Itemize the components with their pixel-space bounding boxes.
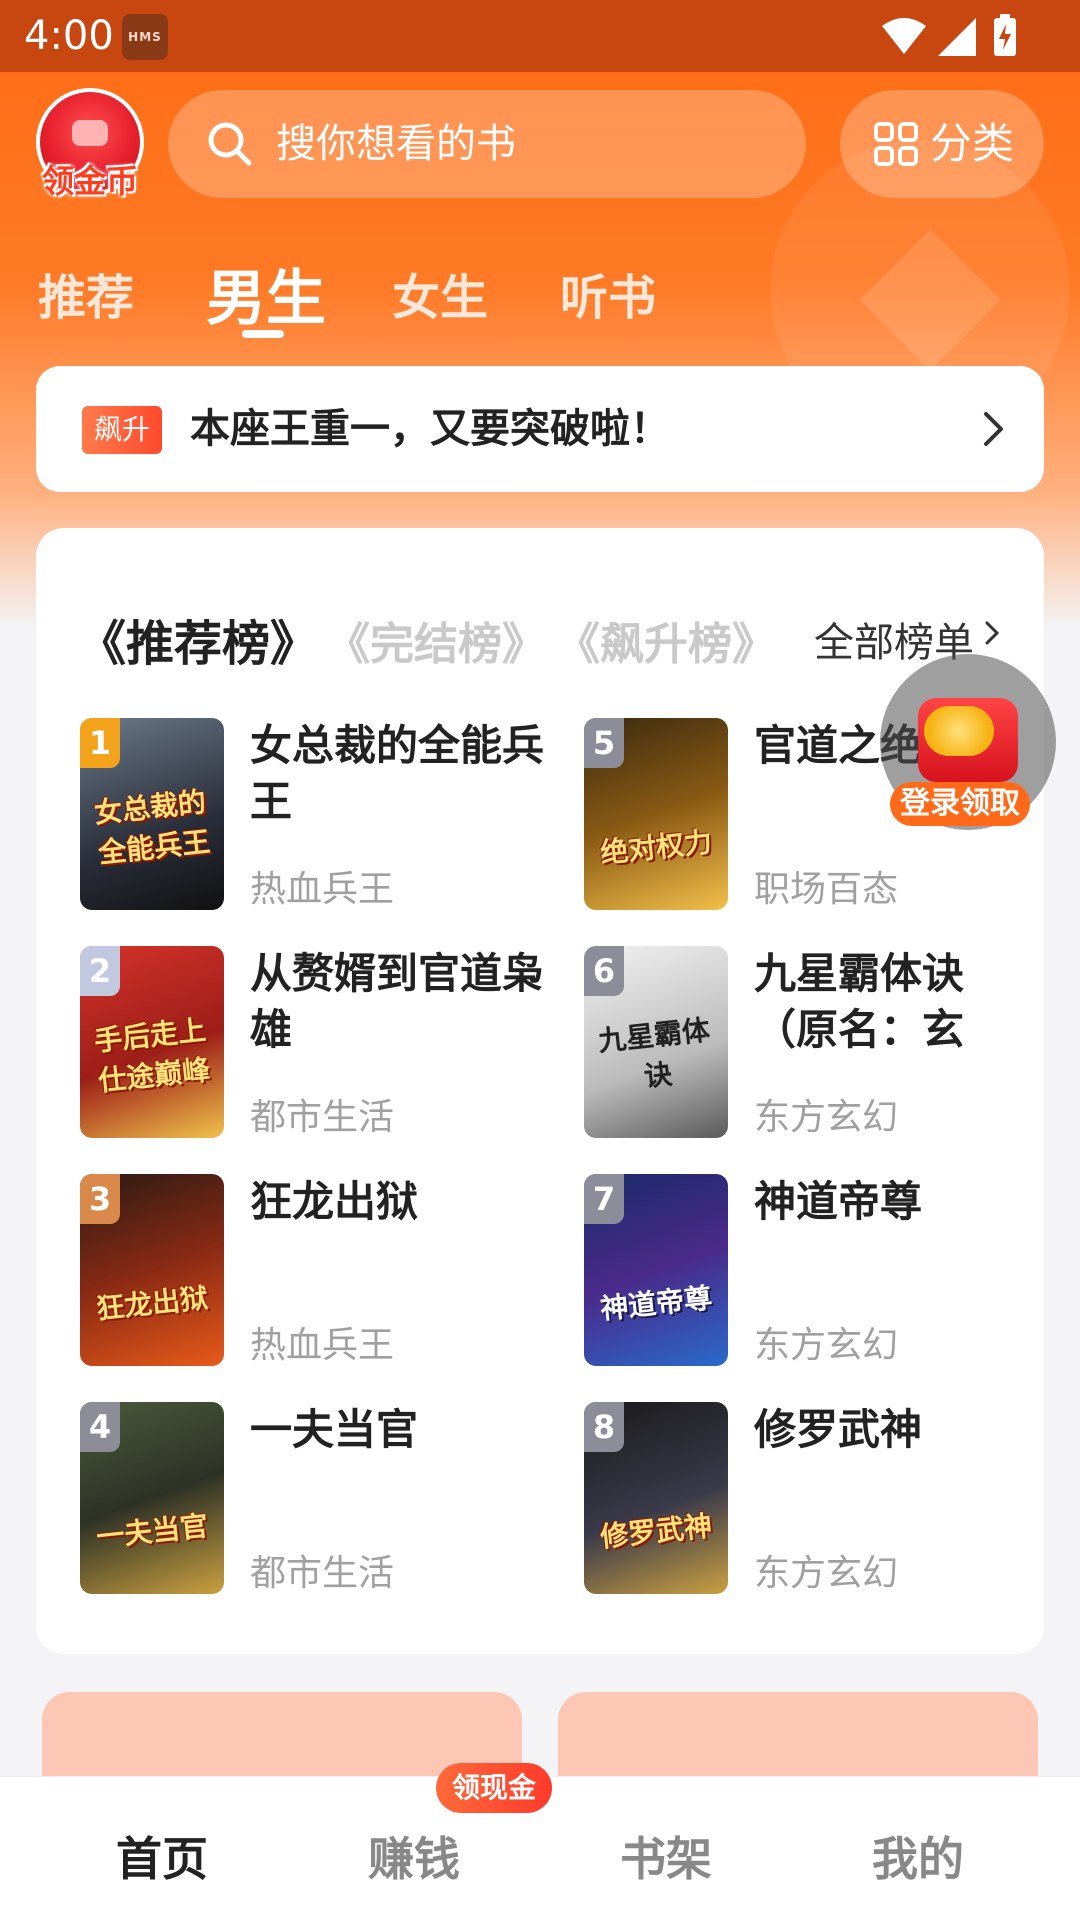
nav-mine[interactable]: 我的 — [818, 1823, 1018, 1889]
status-icons — [882, 14, 1016, 56]
rank-tab-rising[interactable]: 《飙升榜》 — [556, 608, 776, 672]
book-cover: 1 女总裁的全能兵王 — [80, 718, 224, 910]
book-genre: 都市生活 — [250, 1097, 395, 1138]
book-item[interactable]: 1 女总裁的全能兵王 女总裁的全能兵王 热血兵王 — [80, 718, 560, 918]
book-title: 修罗武神 — [754, 1405, 923, 1454]
login-reward-label: 登录领取 — [890, 782, 1030, 826]
book-title: 女总裁的全能兵王 — [250, 721, 545, 826]
book-item[interactable]: 6 九星霸体诀 九星霸体诀（原名：玄天霸体诀） 东方玄幻 — [584, 946, 1024, 1146]
cover-title: 女总裁的全能兵王 — [92, 785, 212, 870]
book-cover: 8 修罗武神 — [584, 1402, 728, 1594]
book-title: 神道帝尊 — [754, 1177, 923, 1226]
login-reward-float-button[interactable]: 登录领取 — [880, 654, 1056, 830]
book-cover: 2 手后走上仕途巅峰 — [80, 946, 224, 1138]
rank-tab-recommend[interactable]: 《推荐榜》 — [78, 604, 318, 674]
gold-coins-icon — [924, 706, 994, 756]
category-label: 分类 — [930, 119, 1015, 168]
nav-bookshelf[interactable]: 书架 — [566, 1823, 766, 1889]
book-item[interactable]: 4 一夫当官 一夫当官 都市生活 — [80, 1402, 560, 1602]
book-cover: 6 九星霸体诀 — [584, 946, 728, 1138]
rank-number: 3 — [80, 1174, 120, 1224]
book-genre: 东方玄幻 — [754, 1097, 899, 1138]
rank-tab-finished[interactable]: 《完结榜》 — [326, 608, 546, 672]
book-item[interactable]: 3 狂龙出狱 狂龙出狱 热血兵王 — [80, 1174, 560, 1374]
book-genre: 职场百态 — [754, 869, 899, 910]
wifi-icon — [882, 18, 926, 54]
book-cover: 7 神道帝尊 — [584, 1174, 728, 1366]
book-cover: 4 一夫当官 — [80, 1402, 224, 1594]
cover-title: 狂龙出狱 — [94, 1281, 210, 1326]
search-input[interactable]: 搜你想看的书 — [168, 90, 806, 198]
tab-male[interactable]: 男生 — [206, 250, 326, 337]
book-item[interactable]: 7 神道帝尊 神道帝尊 东方玄幻 — [584, 1174, 1024, 1374]
cover-title: 神道帝尊 — [598, 1281, 714, 1326]
nav-earn[interactable]: 赚钱 — [314, 1823, 514, 1889]
earn-coins-label: 领金币 — [41, 162, 138, 200]
book-title: 狂龙出狱 — [250, 1177, 419, 1226]
book-genre: 热血兵王 — [250, 1325, 395, 1366]
chevron-right-icon — [984, 412, 1003, 446]
hms-icon: HMS — [122, 14, 168, 60]
notice-bar[interactable]: 飙升 本座王重一，又要突破啦！ — [36, 366, 1044, 492]
bottom-navigation: 首页 赚钱 书架 我的 领现金 — [0, 1763, 1080, 1921]
signal-icon — [938, 18, 976, 56]
cover-title: 绝对权力 — [598, 825, 714, 870]
rank-number: 4 — [80, 1402, 120, 1452]
cover-title: 九星霸体诀 — [596, 1013, 712, 1094]
active-tab-indicator — [242, 330, 284, 338]
tab-audiobook[interactable]: 听书 — [560, 258, 656, 328]
status-time: 4:00 — [24, 13, 114, 59]
rank-number: 1 — [80, 718, 120, 768]
book-title: 一夫当官 — [250, 1405, 419, 1454]
notice-text: 本座王重一，又要突破啦！ — [190, 406, 670, 452]
book-cover: 3 狂龙出狱 — [80, 1174, 224, 1366]
search-icon — [208, 122, 252, 166]
book-title: 从赘婿到官道枭雄 — [250, 949, 545, 1054]
tab-female[interactable]: 女生 — [392, 258, 488, 328]
tab-recommend[interactable]: 推荐 — [38, 258, 134, 328]
rank-number: 2 — [80, 946, 120, 996]
earn-cash-badge: 领现金 — [436, 1763, 553, 1813]
rank-tab-finished-label: 完结榜 — [370, 619, 502, 670]
chevron-right-icon — [985, 621, 1000, 645]
book-title: 九星霸体诀（原名：玄天霸体诀） — [754, 949, 965, 1054]
cover-title: 手后走上仕途巅峰 — [92, 1013, 212, 1098]
book-cover: 5 绝对权力 — [584, 718, 728, 910]
grid-icon — [874, 122, 918, 166]
status-bar: 4:00 HMS — [0, 0, 1080, 72]
rank-number: 8 — [584, 1402, 624, 1452]
rank-tab-recommend-label: 推荐榜 — [126, 616, 271, 672]
rank-number: 5 — [584, 718, 624, 768]
book-genre: 东方玄幻 — [754, 1325, 899, 1366]
notice-badge: 飙升 — [82, 406, 163, 454]
cover-title: 修罗武神 — [598, 1509, 714, 1554]
rank-number: 6 — [584, 946, 624, 996]
book-genre: 都市生活 — [250, 1553, 395, 1594]
rank-number: 7 — [584, 1174, 624, 1224]
category-button[interactable]: 分类 — [840, 90, 1044, 198]
book-genre: 热血兵王 — [250, 869, 395, 910]
nav-home[interactable]: 首页 — [62, 1823, 262, 1889]
cover-title: 一夫当官 — [94, 1509, 210, 1554]
search-placeholder: 搜你想看的书 — [276, 121, 516, 167]
rank-tab-rising-label: 飙升榜 — [600, 619, 732, 670]
book-genre: 东方玄幻 — [754, 1553, 899, 1594]
book-item[interactable]: 8 修罗武神 修罗武神 东方玄幻 — [584, 1402, 1024, 1602]
book-item[interactable]: 2 手后走上仕途巅峰 从赘婿到官道枭雄 都市生活 — [80, 946, 560, 1146]
